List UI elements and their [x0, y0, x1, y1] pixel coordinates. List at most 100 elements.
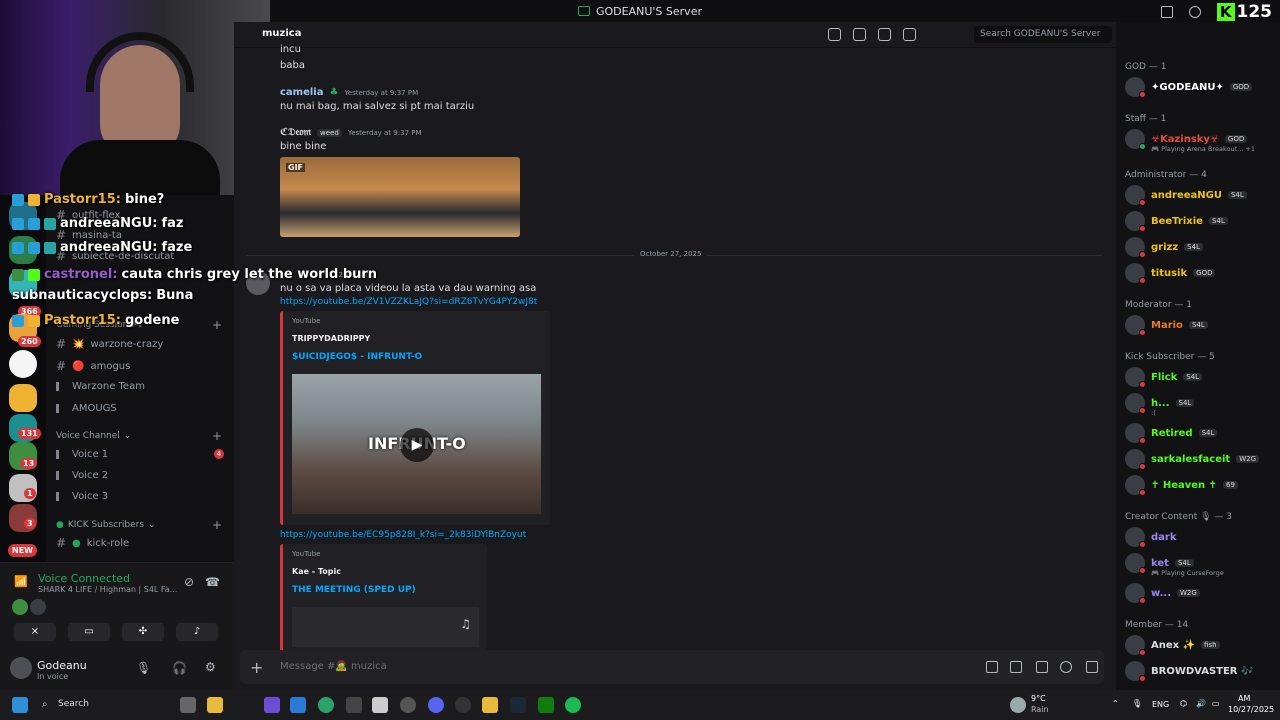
category-kick[interactable]: ● KICK Subscribers ⌄ [56, 520, 156, 530]
voice-channel-item[interactable]: Voice 3 [56, 487, 108, 505]
avatar[interactable] [10, 657, 32, 679]
embed-author[interactable]: TRIPPYDADRIPPY [292, 334, 370, 343]
add-channel-icon[interactable]: + [212, 518, 222, 532]
member-item[interactable]: h... S4L:( [1125, 392, 1195, 417]
member-item[interactable]: titusik GOD [1125, 262, 1216, 284]
member-item[interactable]: Mario S4L [1125, 314, 1208, 336]
battery-icon[interactable]: ▭ [1212, 699, 1220, 708]
member-item[interactable]: Flick S4L [1125, 366, 1203, 388]
sticker-icon[interactable] [1036, 661, 1048, 673]
taskbar-search[interactable]: Search [58, 699, 89, 709]
message-link[interactable]: https://youtube.be/EC95p828I_k?si=_2k83i… [280, 530, 526, 540]
app-icon[interactable] [400, 697, 416, 713]
discord-icon[interactable] [428, 697, 444, 713]
embed-author[interactable]: Kae - Topic [292, 567, 341, 576]
category-voice[interactable]: Voice Channel ⌄ [56, 431, 131, 441]
member-item[interactable]: ✝ Heaven ✝ 69 [1125, 474, 1238, 496]
member-item[interactable]: ✦GODEANU✦ GOD [1125, 76, 1253, 98]
app-icon[interactable] [346, 697, 362, 713]
weather-temp[interactable]: 9°C [1031, 694, 1046, 703]
voice-location[interactable]: SHARK 4 LIFE / Highman | S4L Fa... [38, 585, 177, 594]
channel-item[interactable]: # 🔴 amogus [56, 357, 130, 375]
member-item[interactable]: grizz S4L [1125, 236, 1203, 258]
mic-tray-icon[interactable]: 🎙 [1132, 699, 1142, 708]
help-icon[interactable] [1188, 6, 1201, 18]
mic-icon[interactable]: 🎙 [136, 661, 151, 675]
message-composer[interactable]: + Message #🧟 muzica [240, 650, 1104, 684]
task-view-icon[interactable] [180, 697, 196, 713]
file-explorer-icon[interactable] [207, 697, 223, 713]
obs-icon[interactable] [455, 697, 471, 713]
network-icon[interactable]: ⌬ [1180, 699, 1187, 708]
chevron-up-icon[interactable]: ⌃ [1112, 699, 1119, 708]
headphones-icon[interactable]: 🎧 [172, 661, 187, 675]
member-item[interactable]: Anex ✨ fish [1125, 634, 1220, 656]
app-icon[interactable] [482, 697, 498, 713]
channel-item[interactable]: # ● kick-role [56, 534, 129, 552]
members-icon[interactable] [903, 28, 916, 41]
play-icon[interactable]: ▶ [400, 428, 434, 462]
gif-icon[interactable] [1010, 661, 1022, 673]
edge-icon[interactable] [318, 697, 334, 713]
member-item[interactable]: ket S4L 🎮 Playing CurseForge [1125, 552, 1224, 577]
attach-icon[interactable]: + [250, 658, 263, 677]
disconnect-icon[interactable]: ☎ [205, 575, 220, 589]
screen-share-button[interactable]: ▭ [68, 623, 110, 641]
voice-member-avatar[interactable] [30, 599, 46, 615]
gear-icon[interactable]: ⚙ [205, 660, 216, 674]
threads-icon[interactable] [828, 28, 841, 41]
member-item[interactable]: andreeaNGU S4L [1125, 184, 1247, 206]
voice-channel-item[interactable]: Voice 1 [56, 445, 108, 463]
channel-name: Warzone Team [72, 380, 145, 392]
apps-icon[interactable] [1086, 661, 1098, 673]
app-icon[interactable] [372, 697, 388, 713]
search-input[interactable]: Search GODEANU'S Server [974, 26, 1112, 43]
camera-off-button[interactable]: ⨯ [14, 623, 56, 641]
member-item[interactable]: w... W2G [1125, 582, 1200, 604]
member-item[interactable]: BROWDVASTER 🎶 [1125, 660, 1253, 682]
member-item[interactable]: dark [1125, 526, 1177, 548]
message-author[interactable]: camelia [280, 87, 323, 98]
voice-channel-item[interactable]: AMOUGS [56, 399, 117, 417]
volume-icon[interactable]: 🔊 [1196, 699, 1206, 708]
video-thumbnail[interactable]: ♫ [292, 607, 479, 647]
steam-icon[interactable] [510, 697, 526, 713]
embed-title[interactable]: THE MEETING (SPED UP) [292, 585, 416, 595]
message-input[interactable]: Message #🧟 muzica [280, 661, 387, 672]
hash-icon: # [56, 359, 67, 373]
message-author[interactable]: ℭ𝔇𝔢𝔬𝔪 [280, 127, 311, 138]
search-icon[interactable]: ⌕ [42, 699, 48, 710]
voice-channel-item[interactable]: Voice 2 [56, 466, 108, 484]
member-item[interactable]: sarkalesfaceit W2G [1125, 448, 1260, 470]
voice-channel-item[interactable]: Warzone Team [56, 377, 145, 395]
member-item[interactable]: BeeTrixie S4L [1125, 210, 1228, 232]
clock-time[interactable]: AM [1238, 694, 1250, 703]
folder-icon[interactable] [9, 384, 37, 412]
pin-icon[interactable] [878, 28, 891, 41]
member-item[interactable]: ☣Kazinsky☣ GOD 🎮 Playing Arena Breakout...… [1125, 128, 1255, 153]
soundboard-button[interactable]: ♪ [176, 623, 218, 641]
voice-member-avatar[interactable] [12, 599, 28, 615]
windows-start-icon[interactable] [12, 697, 28, 713]
video-thumbnail[interactable]: INFRUNT-O ▶ [292, 374, 541, 514]
add-channel-icon[interactable]: + [212, 429, 222, 443]
embed-title[interactable]: $UICIDJEGO$ - INFRUNT-O [292, 352, 422, 362]
inbox-icon[interactable] [1160, 6, 1173, 18]
app-icon[interactable] [264, 697, 280, 713]
spotify-icon[interactable] [565, 697, 581, 713]
app-icon[interactable] [290, 697, 306, 713]
noise-suppression-icon[interactable]: ⊘ [184, 575, 194, 589]
channel-item[interactable]: # 💥 warzone-crazy [56, 335, 163, 353]
clock-date[interactable]: 10/27/2025 [1228, 705, 1274, 714]
add-channel-icon[interactable]: + [212, 318, 222, 332]
language-indicator[interactable]: ENG [1152, 700, 1169, 709]
bell-icon[interactable] [853, 28, 866, 41]
emoji-icon[interactable] [1060, 661, 1072, 673]
server-icon-5[interactable] [9, 350, 37, 378]
message-link[interactable]: https://youtube.be/ZV1VZZKLaJQ?si=dRZ6Tv… [280, 297, 537, 307]
activities-button[interactable]: ✣ [122, 623, 164, 641]
member-item[interactable]: Retired S4L [1125, 422, 1218, 444]
xbox-icon[interactable] [538, 697, 554, 713]
gift-icon[interactable] [986, 661, 998, 673]
gif-attachment[interactable]: GIF [280, 157, 520, 237]
